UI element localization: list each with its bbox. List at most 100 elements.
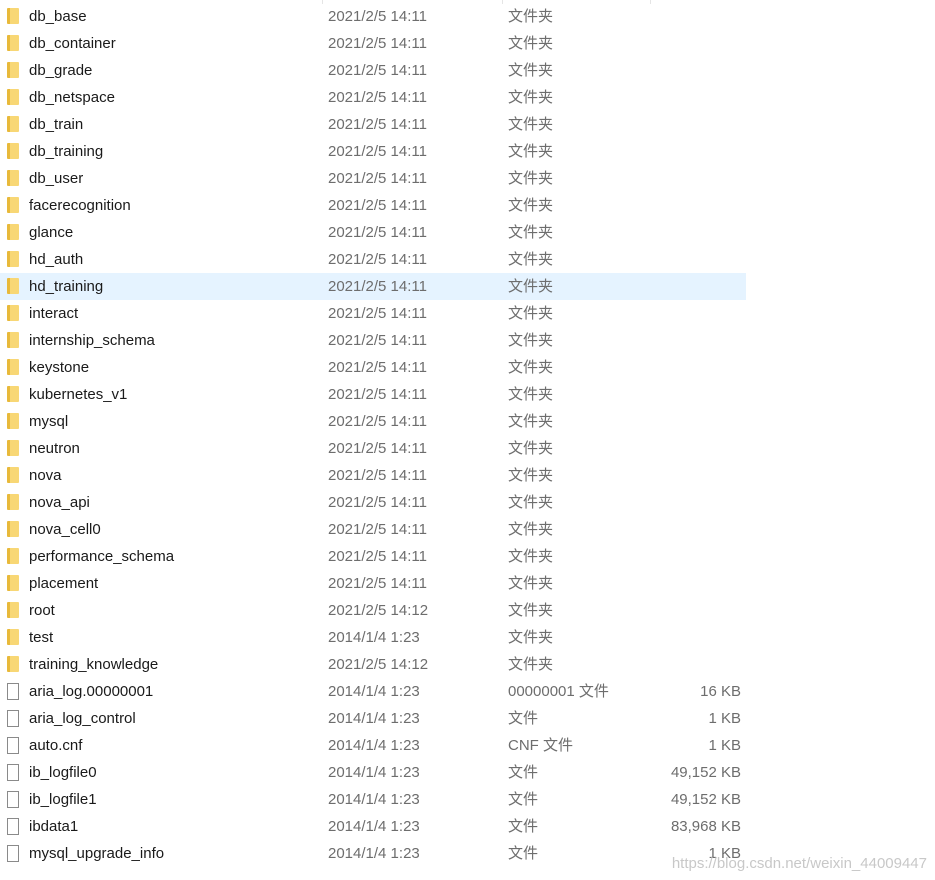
file-row[interactable]: aria_log.00000001 2014/1/4 1:23 00000001… <box>0 678 746 705</box>
date-modified: 2014/1/4 1:23 <box>328 818 420 835</box>
date-modified: 2021/2/5 14:11 <box>328 143 427 160</box>
file-name: facerecognition <box>29 197 131 214</box>
file-row[interactable]: nova_api 2021/2/5 14:11 文件夹 <box>0 489 746 516</box>
date-modified: 2021/2/5 14:12 <box>328 656 429 673</box>
file-row[interactable]: test 2014/1/4 1:23 文件夹 <box>0 624 746 651</box>
file-type: CNF 文件 <box>508 737 573 754</box>
date-modified: 2021/2/5 14:11 <box>328 521 427 538</box>
file-size: 1 KB <box>708 710 741 727</box>
file-row[interactable]: auto.cnf 2014/1/4 1:23 CNF 文件 1 KB <box>0 732 746 759</box>
file-row[interactable]: ibdata1 2014/1/4 1:23 文件 83,968 KB <box>0 813 746 840</box>
file-row[interactable]: hd_training 2021/2/5 14:11 文件夹 <box>0 273 746 300</box>
folder-icon <box>7 62 19 78</box>
file-type: 文件夹 <box>508 278 554 295</box>
file-row[interactable]: root 2021/2/5 14:12 文件夹 <box>0 597 746 624</box>
file-row[interactable]: hd_auth 2021/2/5 14:11 文件夹 <box>0 246 746 273</box>
file-row[interactable]: db_container 2021/2/5 14:11 文件夹 <box>0 30 746 57</box>
file-row[interactable]: ib_logfile1 2014/1/4 1:23 文件 49,152 KB <box>0 786 746 813</box>
folder-icon <box>7 305 19 321</box>
file-row[interactable]: db_grade 2021/2/5 14:11 文件夹 <box>0 57 746 84</box>
folder-icon <box>7 629 19 645</box>
file-name: neutron <box>29 440 80 457</box>
date-modified: 2014/1/4 1:23 <box>328 710 420 727</box>
date-modified: 2014/1/4 1:23 <box>328 791 420 808</box>
file-type: 文件夹 <box>508 629 554 646</box>
file-name: db_grade <box>29 62 93 79</box>
file-name: db_user <box>29 170 84 187</box>
file-row[interactable]: db_train 2021/2/5 14:11 文件夹 <box>0 111 746 138</box>
file-list: db_base 2021/2/5 14:11 文件夹 db_container … <box>0 3 746 867</box>
file-type: 文件夹 <box>508 521 554 538</box>
file-type: 文件夹 <box>508 548 554 565</box>
file-row[interactable]: glance 2021/2/5 14:11 文件夹 <box>0 219 746 246</box>
file-row[interactable]: performance_schema 2021/2/5 14:11 文件夹 <box>0 543 746 570</box>
file-type: 文件 <box>508 710 539 727</box>
file-name: db_training <box>29 143 104 160</box>
file-type: 文件夹 <box>508 116 554 133</box>
file-name: placement <box>29 575 99 592</box>
file-type: 文件夹 <box>508 251 554 268</box>
file-row[interactable]: training_knowledge 2021/2/5 14:12 文件夹 <box>0 651 746 678</box>
file-row[interactable]: placement 2021/2/5 14:11 文件夹 <box>0 570 746 597</box>
file-name: keystone <box>29 359 90 376</box>
date-modified: 2021/2/5 14:11 <box>328 440 427 457</box>
file-row[interactable]: mysql_upgrade_info 2014/1/4 1:23 文件 1 KB <box>0 840 746 867</box>
folder-icon <box>7 602 19 618</box>
file-name: performance_schema <box>29 548 175 565</box>
file-name: internship_schema <box>29 332 155 349</box>
file-size: 1 KB <box>708 737 741 754</box>
file-row[interactable]: mysql 2021/2/5 14:11 文件夹 <box>0 408 746 435</box>
folder-icon <box>7 143 19 159</box>
file-type: 文件夹 <box>508 602 554 619</box>
file-name: kubernetes_v1 <box>29 386 128 403</box>
date-modified: 2021/2/5 14:11 <box>328 548 427 565</box>
file-row[interactable]: db_base 2021/2/5 14:11 文件夹 <box>0 3 746 30</box>
file-row[interactable]: facerecognition 2021/2/5 14:11 文件夹 <box>0 192 746 219</box>
file-name: interact <box>29 305 79 322</box>
date-modified: 2021/2/5 14:11 <box>328 35 427 52</box>
date-modified: 2021/2/5 14:11 <box>328 467 427 484</box>
file-size: 16 KB <box>700 683 741 700</box>
file-type: 文件夹 <box>508 656 554 673</box>
file-name: db_netspace <box>29 89 115 106</box>
file-name: nova <box>29 467 62 484</box>
folder-icon <box>7 8 19 24</box>
file-row[interactable]: ib_logfile0 2014/1/4 1:23 文件 49,152 KB <box>0 759 746 786</box>
file-icon <box>7 818 19 835</box>
folder-icon <box>7 170 19 186</box>
file-row[interactable]: neutron 2021/2/5 14:11 文件夹 <box>0 435 746 462</box>
file-row[interactable]: kubernetes_v1 2021/2/5 14:11 文件夹 <box>0 381 746 408</box>
file-type: 文件夹 <box>508 35 554 52</box>
date-modified: 2021/2/5 14:11 <box>328 62 427 79</box>
file-name: auto.cnf <box>29 737 83 754</box>
file-type: 文件 <box>508 764 539 781</box>
file-row[interactable]: nova_cell0 2021/2/5 14:11 文件夹 <box>0 516 746 543</box>
file-row[interactable]: interact 2021/2/5 14:11 文件夹 <box>0 300 746 327</box>
file-name: nova_cell0 <box>29 521 101 538</box>
file-type: 文件夹 <box>508 359 554 376</box>
file-name: hd_auth <box>29 251 84 268</box>
folder-icon <box>7 224 19 240</box>
file-name: mysql_upgrade_info <box>29 845 165 862</box>
date-modified: 2021/2/5 14:11 <box>328 116 427 133</box>
file-name: mysql <box>29 413 69 430</box>
file-name: ib_logfile0 <box>29 764 97 781</box>
date-modified: 2014/1/4 1:23 <box>328 683 420 700</box>
file-size: 49,152 KB <box>670 764 741 781</box>
file-row[interactable]: db_training 2021/2/5 14:11 文件夹 <box>0 138 746 165</box>
file-row[interactable]: db_netspace 2021/2/5 14:11 文件夹 <box>0 84 746 111</box>
date-modified: 2014/1/4 1:23 <box>328 764 420 781</box>
file-row[interactable]: db_user 2021/2/5 14:11 文件夹 <box>0 165 746 192</box>
date-modified: 2021/2/5 14:11 <box>328 170 427 187</box>
file-row[interactable]: aria_log_control 2014/1/4 1:23 文件 1 KB <box>0 705 746 732</box>
date-modified: 2021/2/5 14:11 <box>328 575 427 592</box>
file-name: ibdata1 <box>29 818 79 835</box>
folder-icon <box>7 548 19 564</box>
file-size: 49,152 KB <box>670 791 741 808</box>
date-modified: 2021/2/5 14:11 <box>328 197 427 214</box>
date-modified: 2021/2/5 14:11 <box>328 278 427 295</box>
file-row[interactable]: internship_schema 2021/2/5 14:11 文件夹 <box>0 327 746 354</box>
file-row[interactable]: nova 2021/2/5 14:11 文件夹 <box>0 462 746 489</box>
file-name: root <box>29 602 55 619</box>
file-row[interactable]: keystone 2021/2/5 14:11 文件夹 <box>0 354 746 381</box>
